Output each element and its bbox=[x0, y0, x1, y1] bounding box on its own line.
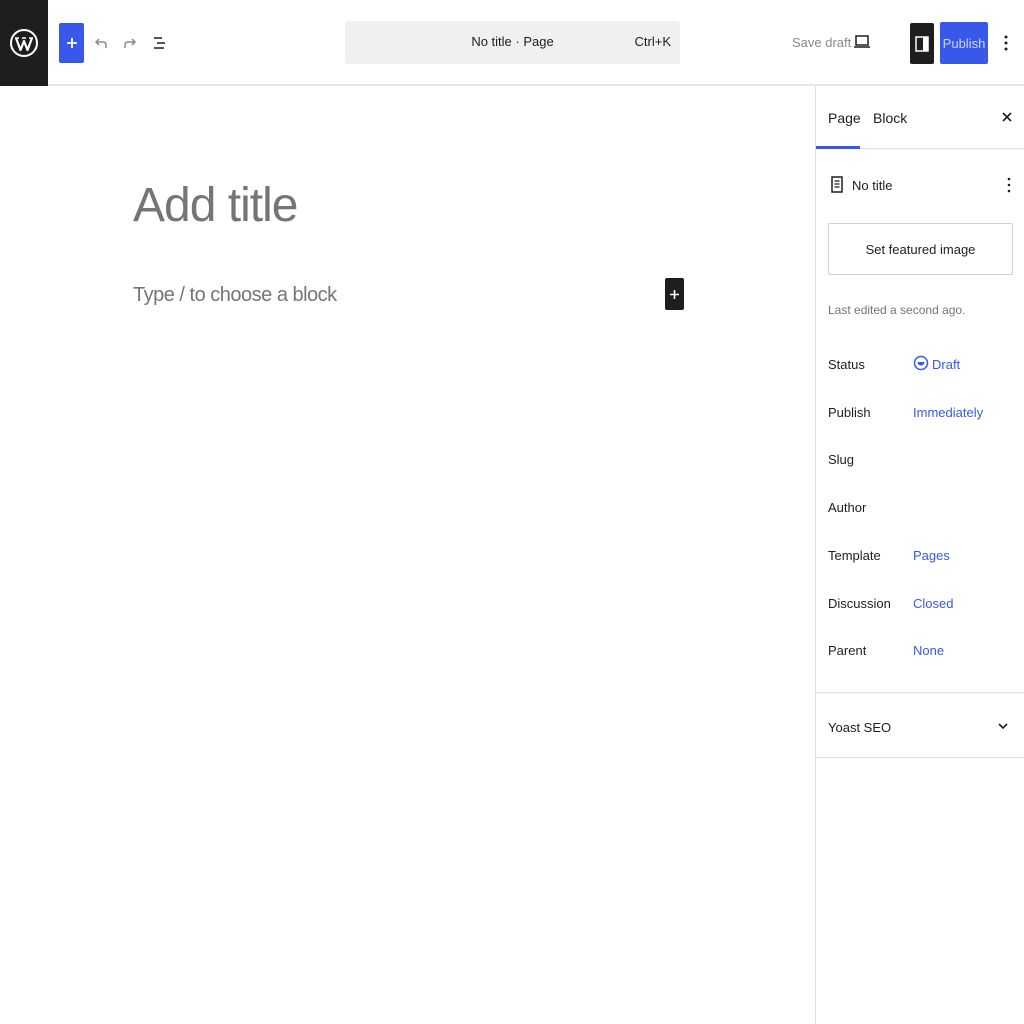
status-row: Status Draft bbox=[828, 354, 1018, 376]
document-overview-button[interactable] bbox=[149, 30, 171, 56]
undo-icon bbox=[94, 38, 107, 48]
document-overview-icon bbox=[154, 37, 165, 49]
tab-page[interactable]: Page bbox=[828, 110, 861, 126]
undo-button[interactable] bbox=[90, 30, 112, 56]
author-label: Author bbox=[828, 500, 867, 515]
preview-button[interactable] bbox=[852, 32, 872, 52]
document-title: No title bbox=[852, 178, 893, 193]
block-inserter-button[interactable] bbox=[59, 23, 84, 63]
wordpress-logo-icon bbox=[10, 29, 38, 57]
tab-block[interactable]: Block bbox=[873, 110, 907, 126]
parent-value-button[interactable]: None bbox=[913, 643, 944, 658]
preview-desktop-icon bbox=[854, 35, 870, 48]
active-tab-indicator bbox=[816, 146, 860, 149]
sidebar-tabs: Page Block bbox=[816, 86, 1024, 149]
add-block-button[interactable] bbox=[665, 278, 684, 310]
settings-sidebar: Page Block No title Set featured image L… bbox=[815, 86, 1024, 1024]
slug-label: Slug bbox=[828, 452, 855, 467]
publish-label: Publish bbox=[828, 405, 871, 420]
template-value-button[interactable]: Pages bbox=[913, 548, 950, 563]
publish-button[interactable]: Publish bbox=[940, 22, 988, 64]
discussion-label: Discussion bbox=[828, 596, 891, 611]
status-value-button[interactable]: Draft bbox=[932, 357, 960, 372]
yoast-seo-panel-toggle[interactable]: Yoast SEO bbox=[816, 692, 1024, 758]
settings-sidebar-toggle[interactable] bbox=[910, 23, 934, 64]
status-label: Status bbox=[828, 357, 865, 372]
document-summary: No title bbox=[828, 174, 1018, 196]
template-row: Template Pages bbox=[828, 545, 1018, 567]
wordpress-logo-button[interactable] bbox=[0, 0, 48, 86]
more-options-icon bbox=[1004, 35, 1008, 51]
sidebar-toggle-icon bbox=[915, 35, 929, 52]
options-menu-button[interactable] bbox=[998, 30, 1014, 56]
command-palette-bar[interactable]: No title · Page Ctrl+K bbox=[345, 21, 680, 64]
save-draft-button[interactable]: Save draft bbox=[792, 35, 851, 50]
command-shortcut-label: Ctrl+K bbox=[634, 34, 671, 49]
parent-row: Parent None bbox=[828, 640, 1018, 662]
document-actions-button[interactable] bbox=[1004, 174, 1014, 196]
more-vertical-icon bbox=[1007, 177, 1011, 193]
redo-button[interactable] bbox=[119, 30, 141, 56]
last-edited-text: Last edited a second ago. bbox=[828, 303, 966, 317]
parent-label: Parent bbox=[828, 643, 867, 658]
close-icon bbox=[1002, 112, 1012, 122]
draft-status-icon bbox=[913, 355, 929, 371]
discussion-value-button[interactable]: Closed bbox=[913, 596, 953, 611]
chevron-down-icon bbox=[998, 723, 1008, 730]
document-title-label: No title · Page bbox=[471, 34, 554, 49]
publish-value-button[interactable]: Immediately bbox=[913, 405, 983, 420]
redo-icon bbox=[124, 38, 137, 48]
author-row: Author bbox=[828, 497, 1018, 519]
editor-canvas: Add title Type / to choose a block bbox=[0, 86, 815, 1024]
template-label: Template bbox=[828, 548, 881, 563]
plus-icon bbox=[670, 289, 679, 299]
slug-row: Slug bbox=[828, 449, 1018, 471]
discussion-row: Discussion Closed bbox=[828, 593, 1018, 615]
default-block-appender[interactable]: Type / to choose a block bbox=[133, 284, 337, 307]
post-title-input[interactable]: Add title bbox=[133, 178, 298, 233]
publish-row: Publish Immediately bbox=[828, 402, 1018, 424]
plus-icon bbox=[66, 38, 77, 48]
set-featured-image-button[interactable]: Set featured image bbox=[828, 223, 1013, 275]
close-sidebar-button[interactable] bbox=[1000, 108, 1014, 126]
page-icon bbox=[831, 176, 843, 193]
editor-header: No title · Page Ctrl+K Save draft Publis… bbox=[0, 0, 1024, 86]
yoast-seo-panel-title: Yoast SEO bbox=[828, 720, 892, 735]
